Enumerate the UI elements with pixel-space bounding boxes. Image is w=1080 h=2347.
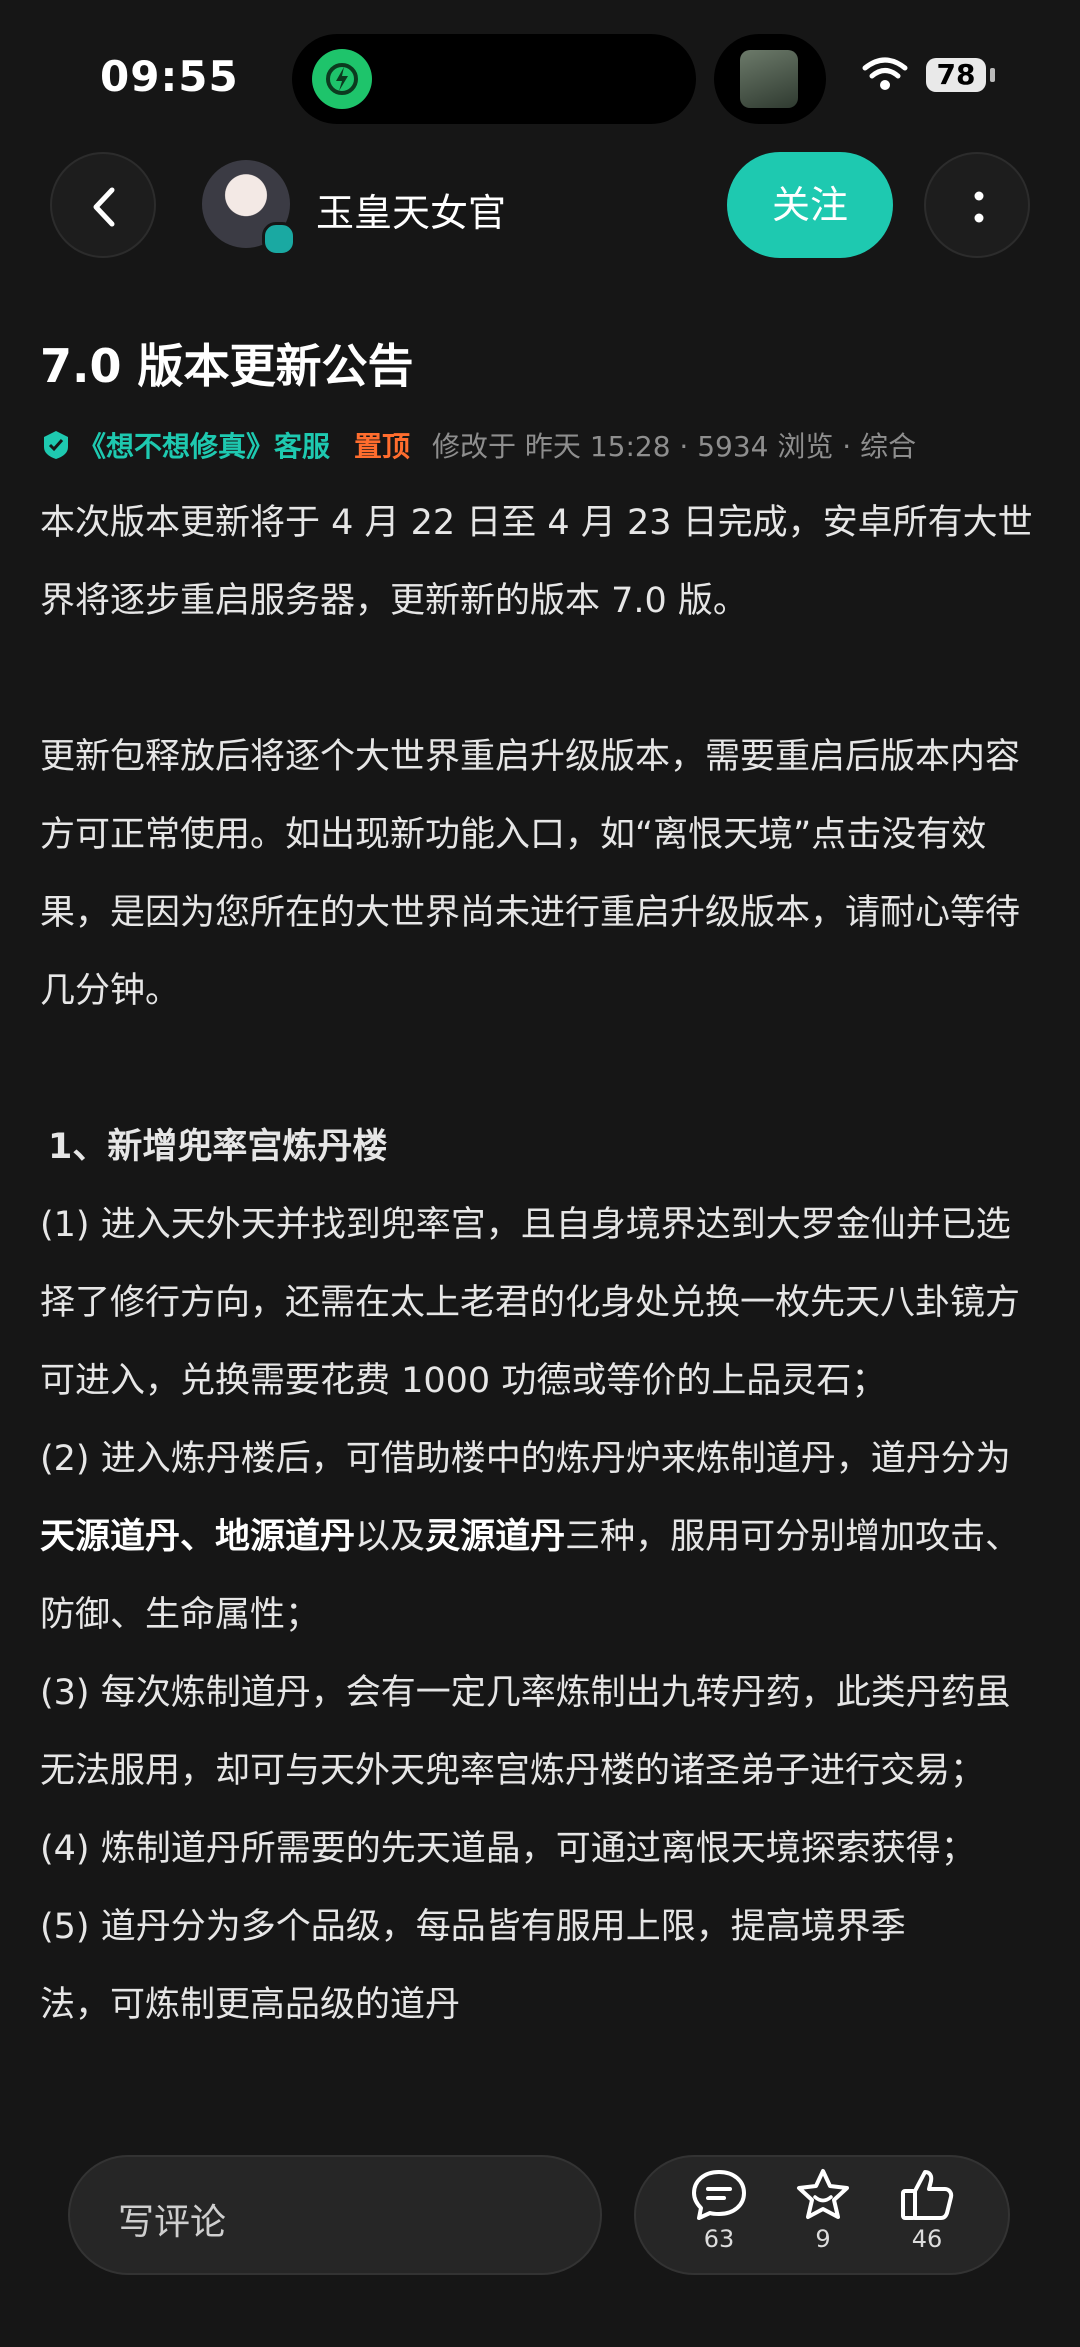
comment-icon xyxy=(692,2170,746,2220)
more-options-button[interactable] xyxy=(924,152,1030,258)
section-heading: 1、新增兜率宫炼丹楼 xyxy=(48,1127,388,1167)
pinned-badge: 置顶 xyxy=(354,430,411,463)
like-button[interactable]: 46 xyxy=(882,2167,972,2253)
wifi-icon xyxy=(862,57,908,90)
dynamic-island xyxy=(292,34,696,124)
text-span: 、 xyxy=(180,1517,216,1557)
list-item: (5) 道丹分为多个品级，每品皆有服用上限，提高境界季 xyxy=(40,1907,906,1947)
post-info: 修改于 昨天 15:28 · 5934 浏览 · 综合 xyxy=(432,430,917,463)
text-span: (2) 进入炼丹楼后，可借助楼中的炼丹炉来炼制道丹，道丹分为 xyxy=(40,1439,1011,1479)
more-vertical-icon xyxy=(974,191,984,223)
post-body: 本次版本更新将于 4 月 22 日至 4 月 23 日完成，安卓所有大世界将逐步… xyxy=(40,484,1044,2044)
highlight-text: 天源道丹 xyxy=(40,1517,181,1557)
favorite-button[interactable]: 9 xyxy=(778,2167,868,2253)
official-badge-icon xyxy=(44,431,68,459)
follow-button[interactable]: 关注 xyxy=(727,152,893,258)
highlight-text: 灵源道丹 xyxy=(425,1517,566,1557)
post-meta: 《想不想修真》客服 置顶 修改于 昨天 15:28 · 5934 浏览 · 综合 xyxy=(40,425,916,465)
favorites-count: 9 xyxy=(815,2225,831,2253)
text-span: 以及 xyxy=(355,1517,426,1557)
star-icon xyxy=(797,2169,849,2219)
comment-placeholder: 写评论 xyxy=(118,2202,227,2243)
status-time: 09:55 xyxy=(100,52,239,101)
battery-tip xyxy=(990,68,995,82)
author-name[interactable]: 玉皇天女官 xyxy=(316,182,506,237)
comments-button[interactable]: 63 xyxy=(674,2167,764,2253)
battery-indicator: 78 xyxy=(926,58,986,92)
verified-badge-icon xyxy=(262,222,296,256)
activity-icon xyxy=(312,49,372,109)
paragraph: 更新包释放后将逐个大世界重启升级版本，需要重启后版本内容方可正常使用。如出现新功… xyxy=(40,737,1021,1011)
action-bar: 63 9 46 xyxy=(634,2155,1010,2275)
list-item: 法，可炼制更高品级的道丹 xyxy=(40,1985,461,2025)
list-item: (2) 进入炼丹楼后，可借助楼中的炼丹炉来炼制道丹，道丹分为天源道丹、地源道丹以… xyxy=(40,1420,1044,1654)
list-item: (3) 每次炼制道丹，会有一定几率炼制出九转丹药，此类丹药虽无法服用，却可与天外… xyxy=(40,1673,1011,1791)
battery-level: 78 xyxy=(936,58,976,91)
list-item: (1) 进入天外天并找到兜率宫，且自身境界达到大罗金仙并已选择了修行方向，还需在… xyxy=(40,1205,1021,1401)
post-title: 7.0 版本更新公告 xyxy=(40,339,414,393)
media-thumbnail xyxy=(714,34,826,124)
thumbs-up-icon xyxy=(901,2170,954,2220)
post-source[interactable]: 《想不想修真》客服 xyxy=(78,425,330,465)
list-item: (4) 炼制道丹所需要的先天道晶，可通过离恨天境探索获得； xyxy=(40,1829,976,1869)
comments-count: 63 xyxy=(703,2225,735,2253)
back-button[interactable] xyxy=(50,152,156,258)
likes-count: 46 xyxy=(911,2225,943,2253)
comment-input[interactable]: 写评论 xyxy=(68,2155,602,2275)
paragraph: 本次版本更新将于 4 月 22 日至 4 月 23 日完成，安卓所有大世界将逐步… xyxy=(40,503,1033,621)
chevron-left-icon xyxy=(93,187,115,227)
highlight-text: 地源道丹 xyxy=(215,1517,356,1557)
